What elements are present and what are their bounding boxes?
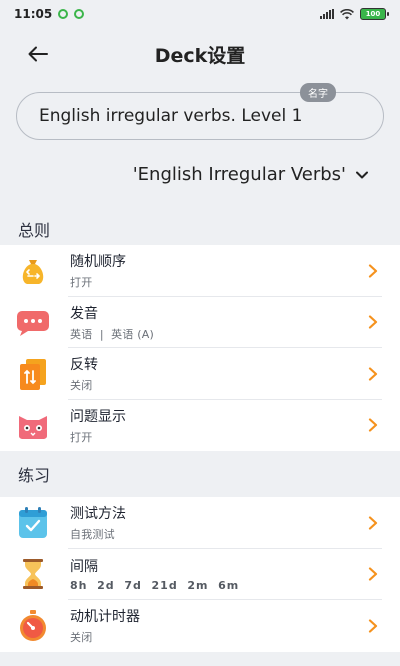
status-time: 11:05 [14, 7, 53, 21]
item-value: 打开 [70, 430, 93, 444]
name-field-label: 名字 [300, 83, 336, 102]
status-right: 100 [320, 8, 389, 20]
section-title-practice: 练习 [18, 466, 51, 485]
item-value: 关闭 [70, 631, 93, 645]
list-item-shuffle[interactable]: 随机顺序 打开 [0, 245, 400, 297]
chevron-right-icon [368, 367, 378, 381]
deck-select[interactable]: 'English Irregular Verbs' [0, 164, 368, 185]
chevron-right-icon [368, 619, 378, 633]
item-value: 自我测试 [70, 528, 115, 542]
hourglass-icon [16, 557, 50, 591]
item-title: 随机顺序 [70, 254, 126, 271]
chevron-down-icon [356, 171, 368, 178]
item-title: 问题显示 [70, 408, 126, 425]
chevron-right-icon [368, 567, 378, 581]
deck-select-value: 'English Irregular Verbs' [132, 164, 346, 185]
list-item-pronunciation[interactable]: 发音 英语 | 英语 (A) [0, 297, 400, 349]
reverse-cards-icon [16, 357, 50, 391]
arrow-left-icon [28, 46, 48, 62]
chevron-right-icon [368, 418, 378, 432]
item-value: 关闭 [70, 379, 93, 393]
item-title: 间隔 [70, 559, 98, 576]
item-title: 反转 [70, 357, 98, 374]
item-value: 英语 | 英语 (A) [70, 326, 366, 342]
chevron-right-icon [368, 315, 378, 329]
notification-dot-icon [74, 9, 85, 19]
stopwatch-icon [16, 609, 50, 643]
list-item-question-display[interactable]: 问题显示 打开 [0, 400, 400, 452]
notification-dot-icon [58, 9, 69, 19]
chat-bubble-icon [16, 305, 50, 339]
page-title: Deck设置 [154, 44, 246, 67]
clipboard-check-icon [16, 506, 50, 540]
list-item-interval[interactable]: 间隔 8h 2d 7d 21d 2m 6m [0, 549, 400, 601]
chevron-right-icon [368, 264, 378, 278]
practice-settings-list: 测试方法 自我测试 间隔 8h 2d 7d 21d 2m 6m 动机计时器 关闭 [0, 497, 400, 652]
chevron-right-icon [368, 516, 378, 530]
section-title-general: 总则 [18, 221, 51, 240]
item-title: 发音 [70, 305, 98, 322]
deck-name-field-wrap: 名字 [16, 83, 384, 140]
header: Deck设置 [0, 30, 400, 78]
pronunciation-lang-b: 英语 (A) [111, 327, 154, 341]
item-value: 打开 [70, 276, 93, 290]
item-value: 8h 2d 7d 21d 2m 6m [70, 579, 240, 593]
cat-face-icon [16, 408, 50, 442]
pronunciation-separator: | [99, 327, 104, 341]
money-bag-icon [16, 254, 50, 288]
list-item-motivation-timer[interactable]: 动机计时器 关闭 [0, 600, 400, 652]
battery-icon: 100 [360, 8, 389, 20]
back-button[interactable] [22, 38, 54, 70]
pronunciation-lang-a: 英语 [70, 327, 93, 341]
list-item-test-method[interactable]: 测试方法 自我测试 [0, 497, 400, 549]
item-title: 测试方法 [70, 506, 126, 523]
general-settings-list: 随机顺序 打开 发音 英语 | 英语 (A) 反转 关闭 问题显示 打开 [0, 245, 400, 451]
status-left: 11:05 [14, 7, 85, 21]
wifi-icon [340, 8, 354, 19]
status-bar: 11:05 100 [0, 0, 400, 28]
list-item-reverse[interactable]: 反转 关闭 [0, 348, 400, 400]
item-title: 动机计时器 [70, 609, 140, 626]
signal-icon [320, 9, 334, 19]
